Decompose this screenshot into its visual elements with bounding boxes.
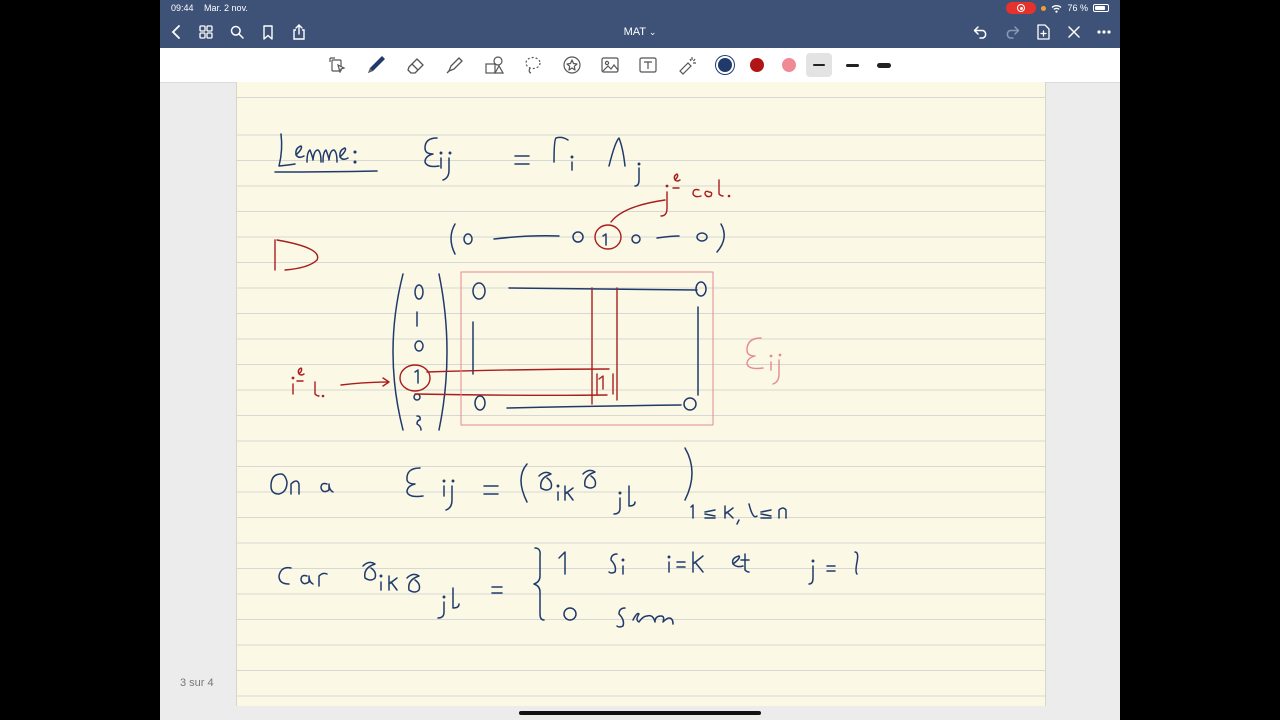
wifi-icon [1052, 4, 1062, 13]
tool-bar [160, 48, 1120, 83]
stroke-medium-icon[interactable] [846, 64, 859, 67]
add-page-icon[interactable] [1033, 22, 1053, 42]
pen-icon[interactable] [365, 54, 387, 76]
stroke-thin-icon [813, 64, 825, 66]
color-swatch-blue[interactable] [718, 58, 732, 72]
home-indicator[interactable] [519, 711, 761, 715]
battery-percent: 76 % [1067, 3, 1088, 13]
color-swatch-red[interactable] [750, 58, 764, 72]
lasso-icon[interactable] [522, 54, 544, 76]
redo-icon[interactable] [1002, 22, 1022, 42]
text-tool-icon[interactable] [637, 54, 659, 76]
status-date: Mar. 2 nov. [204, 3, 248, 13]
undo-icon[interactable] [971, 22, 991, 42]
status-time: 09:44 [171, 3, 194, 13]
status-bar: 09:44 Mar. 2 nov. 76 % [160, 0, 1120, 17]
eij-matrix-outline [460, 271, 714, 426]
handwriting-canvas[interactable] [237, 82, 1045, 706]
mic-indicator-icon [1041, 5, 1047, 11]
close-icon[interactable] [1064, 22, 1084, 42]
stroke-thick-icon[interactable] [877, 63, 891, 68]
color-swatch-pink[interactable] [782, 58, 796, 72]
chevron-down-icon: ⌄ [648, 27, 657, 37]
image-icon[interactable] [599, 54, 621, 76]
handwriting-pink [746, 337, 782, 385]
eraser-icon[interactable] [405, 54, 427, 76]
app-screen: 09:44 Mar. 2 nov. 76 % MAT ⌄ 3 sur 4 [160, 0, 1120, 720]
more-icon[interactable] [1094, 22, 1114, 42]
highlighter-icon[interactable] [444, 54, 466, 76]
page-counter: 3 sur 4 [180, 677, 214, 689]
document-title-text: MAT [623, 26, 646, 38]
screen-recording-icon[interactable] [1006, 2, 1037, 14]
navigation-bar: MAT ⌄ [160, 17, 1120, 48]
laser-pointer-icon[interactable] [677, 54, 699, 76]
sticker-icon[interactable] [561, 54, 583, 76]
battery-icon [1093, 4, 1109, 12]
handwriting-blue [270, 133, 859, 628]
lasso-select-icon[interactable] [327, 54, 349, 76]
shapes-icon[interactable] [483, 54, 505, 76]
note-page[interactable] [236, 82, 1046, 706]
